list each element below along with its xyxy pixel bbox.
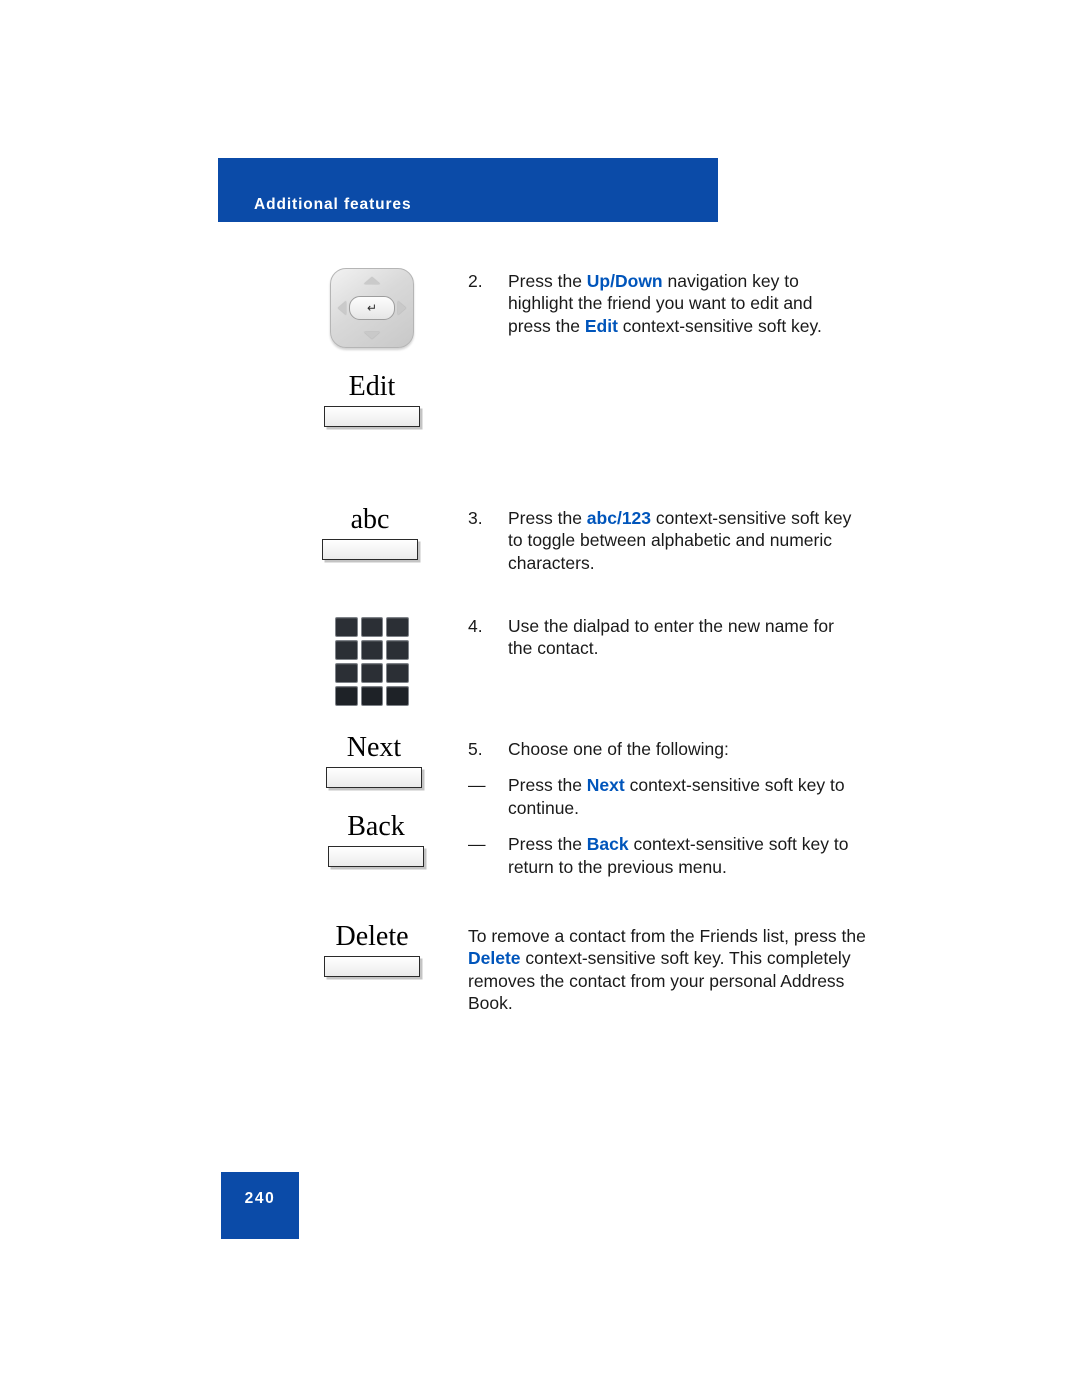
step-text: Press the Up/Down navigation key to high… bbox=[508, 271, 822, 336]
step-number: 5. bbox=[468, 739, 483, 759]
navigation-cluster-icon: ↵ bbox=[330, 268, 414, 348]
dialpad-key bbox=[335, 663, 358, 683]
softkey-next-illustration: Next bbox=[284, 732, 464, 789]
dialpad-key bbox=[386, 686, 409, 706]
instruction-step: 2. Press the Up/Down navigation key to h… bbox=[468, 270, 853, 337]
step-number: 2. bbox=[468, 271, 483, 291]
instruction-step: 4. Use the dialpad to enter the new name… bbox=[468, 615, 858, 660]
closing-paragraph: To remove a contact from the Friends lis… bbox=[468, 926, 866, 1014]
sub-item-marker: — bbox=[468, 775, 486, 796]
softkey-delete-label: Delete bbox=[335, 921, 409, 952]
sub-item-marker: — bbox=[468, 834, 486, 855]
softkey-back-button[interactable] bbox=[328, 846, 424, 868]
arrow-up-icon bbox=[364, 277, 380, 284]
instruction-step: 3. Press the abc/123 context-sensitive s… bbox=[468, 507, 858, 574]
softkey-edit-label: Edit bbox=[348, 371, 396, 402]
dialpad-key bbox=[360, 640, 384, 660]
step-number: 4. bbox=[468, 616, 483, 636]
dialpad-icon bbox=[335, 617, 409, 706]
step-text: Press the abc/123 context-sensitive soft… bbox=[508, 508, 852, 573]
dialpad-key bbox=[386, 640, 409, 660]
dialpad-key bbox=[386, 663, 409, 683]
step-text: Use the dialpad to enter the new name fo… bbox=[508, 616, 834, 659]
sub-item: — Press the Next context-sensitive soft … bbox=[468, 774, 858, 819]
page-number-box: 240 bbox=[221, 1172, 299, 1239]
softkey-back-illustration: Back bbox=[286, 811, 466, 868]
dialpad-key bbox=[335, 617, 358, 637]
dialpad-key bbox=[360, 686, 384, 706]
softkey-delete-illustration: Delete bbox=[282, 921, 462, 978]
enter-key-icon: ↵ bbox=[349, 296, 395, 320]
arrow-right-icon bbox=[398, 301, 406, 315]
softkey-abc-illustration: abc bbox=[280, 504, 460, 561]
dialpad-key bbox=[360, 617, 384, 637]
arrow-down-icon bbox=[364, 332, 380, 339]
softkey-back-label: Back bbox=[347, 811, 405, 842]
dialpad-key bbox=[335, 686, 358, 706]
dialpad-key bbox=[386, 617, 409, 637]
arrow-left-icon bbox=[338, 301, 346, 315]
sub-item-text: Press the Back context-sensitive soft ke… bbox=[508, 834, 849, 877]
dialpad-key bbox=[360, 663, 384, 683]
softkey-abc-button[interactable] bbox=[322, 539, 418, 561]
step-main-line: 5. Choose one of the following: bbox=[468, 738, 858, 760]
dialpad-illustration bbox=[282, 617, 462, 706]
step-text: Choose one of the following: bbox=[508, 739, 729, 759]
softkey-abc-label: abc bbox=[350, 504, 390, 535]
dialpad-key bbox=[335, 640, 358, 660]
page-number: 240 bbox=[244, 1190, 276, 1207]
softkey-next-label: Next bbox=[346, 732, 402, 763]
softkey-edit-button[interactable] bbox=[324, 406, 420, 428]
sub-item-text: Press the Next context-sensitive soft ke… bbox=[508, 775, 845, 818]
step-number: 3. bbox=[468, 508, 483, 528]
softkey-delete-button[interactable] bbox=[324, 956, 420, 978]
page-content: ↵ Edit abc Next Back Delete 2. Press the… bbox=[0, 0, 1080, 1397]
instruction-step: 5. Choose one of the following: — Press … bbox=[468, 738, 858, 878]
softkey-edit-illustration: Edit bbox=[282, 371, 462, 428]
sub-item: — Press the Back context-sensitive soft … bbox=[468, 833, 858, 878]
navigation-key-illustration: ↵ bbox=[282, 268, 462, 348]
softkey-next-button[interactable] bbox=[326, 767, 422, 789]
